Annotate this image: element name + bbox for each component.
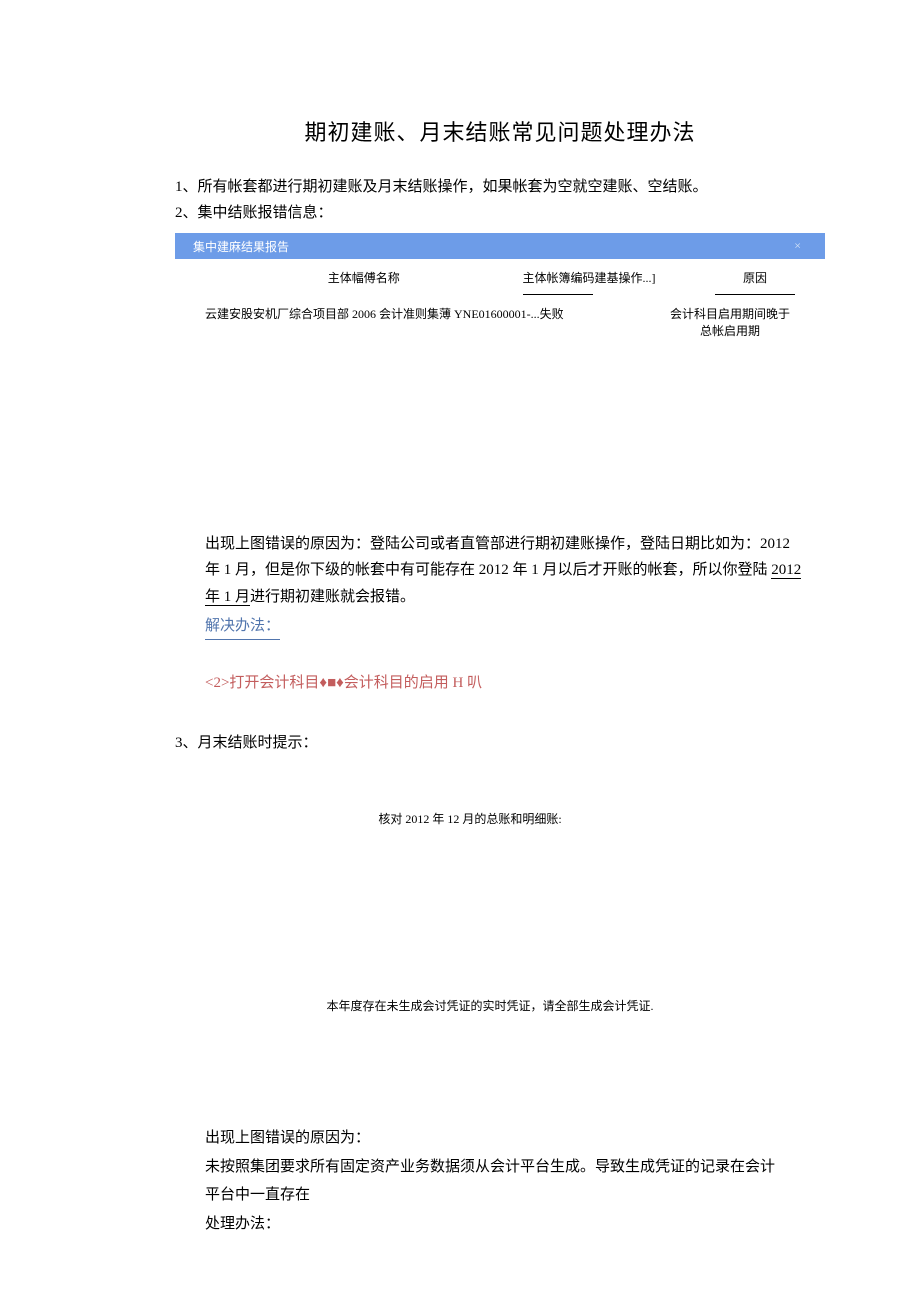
solution-link[interactable]: 解决办法： [205,613,280,640]
table-header: 主体幅傅名称 主体帐簿编码建基操作...] 原因 [205,267,795,303]
reason2-line1: 出现上图错误的原因为： [205,1124,825,1153]
column-header-reason: 原因 [715,269,795,301]
explanation-line-1: 出现上图错误的原因为：登陆公司或者直管部进行期初建账操作，登陆日期比如为：201… [205,531,825,557]
reason2-line2: 未按照集团要求所有固定资产业务数据须从会计平台生成。导致生成凭证的记录在会计 [205,1153,825,1182]
column-header-name: 主体幅傅名称 [205,269,523,301]
explanation-line-2: 年 1 月，但是你下级的帐套中有可能存在 2012 年 1 月以后才开账的帐套，… [205,557,825,583]
reason2-line4: 处理办法： [205,1210,825,1239]
warning-text: 本年度存在未生成会讨凭证的实时凭证，请全部生成会计凭证. [175,997,825,1014]
dialog-header: 集中建麻结果报告 × [175,233,825,259]
reason2-line3: 平台中一直存在 [205,1181,825,1210]
explanation-block: 出现上图错误的原因为：登陆公司或者直管部进行期初建账操作，登陆日期比如为：201… [175,531,825,696]
column-header-code: 主体帐簿编码建基操作...] [523,269,715,301]
list-item-1: 1、所有帐套都进行期初建账及月末结账操作，如果帐套为空就空建账、空结账。 [175,175,825,199]
step-2-text: <2>打开会计科目♦■♦会计科目的启用 H 叭 [205,670,825,696]
page-title: 期初建账、月末结账常见问题处理办法 [175,115,825,147]
table-row: 云建安股安机厂综合项目部 2006 会计准则集薄 YNE01600001-...… [205,303,795,341]
close-icon[interactable]: × [794,239,801,254]
dialog-title: 集中建麻结果报告 [193,238,289,255]
cell-name: 云建安股安机厂综合项目部 2006 会计准则集薄 YNE01600001-...… [205,305,635,339]
reason-block-2: 出现上图错误的原因为： 未按照集团要求所有固定资产业务数据须从会计平台生成。导致… [175,1124,825,1238]
list-item-3: 3、月末结账时提示： [175,731,825,752]
dialog-table: 主体幅傅名称 主体帐簿编码建基操作...] 原因 云建安股安机厂综合项目部 20… [175,259,825,351]
dialog-result-report: 集中建麻结果报告 × 主体幅傅名称 主体帐簿编码建基操作...] 原因 云建安股… [175,233,825,351]
list-item-2: 2、集中结账报错信息： [175,201,825,225]
cell-reason: 会计科目启用期间晚于总帐启用期 [635,305,795,339]
check-text: 核对 2012 年 12 月的总账和明细账: [175,810,825,827]
explanation-line-3: 年 1 月进行期初建账就会报错。 [205,584,825,610]
